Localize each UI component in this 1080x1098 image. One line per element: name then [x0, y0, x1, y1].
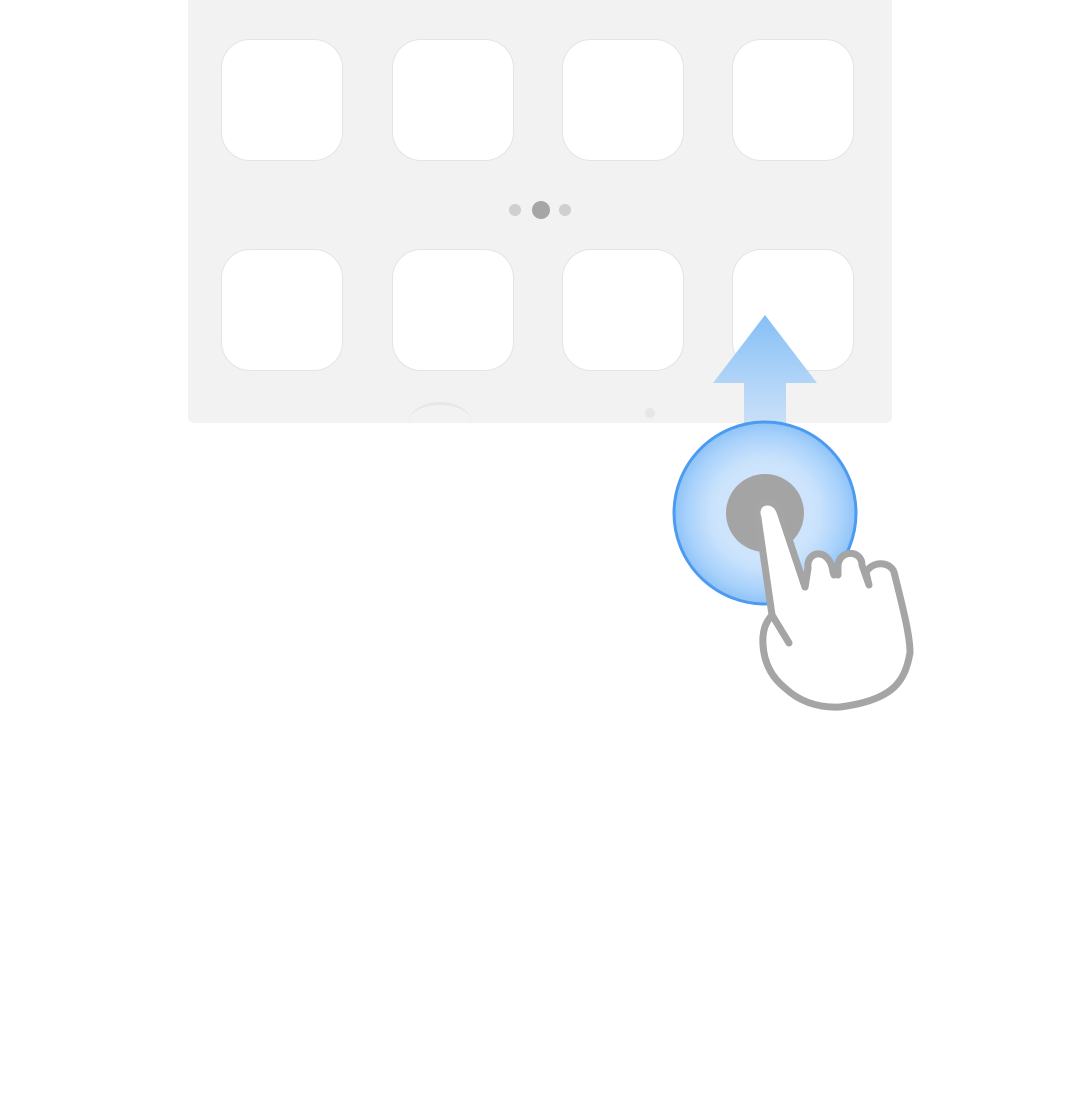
tutorial-canvas — [0, 0, 1080, 1098]
swipe-up-gesture — [672, 315, 914, 711]
